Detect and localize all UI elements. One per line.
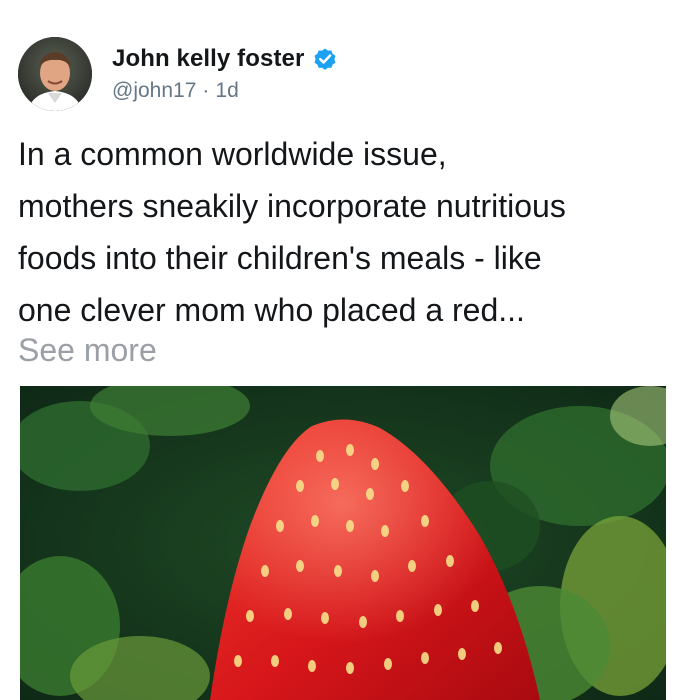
tweet-card: John kelly foster @john17 · 1d In a common… — [0, 0, 700, 700]
author-handle[interactable]: @john17 — [112, 79, 196, 102]
tweet-text-line: mothers sneakily incorporate nutritious — [18, 188, 566, 224]
tweet-text-line: In a common worldwide issue, — [18, 136, 447, 172]
avatar[interactable] — [18, 37, 92, 111]
author-name[interactable]: John kelly foster — [112, 45, 304, 73]
tweet-image[interactable] — [20, 386, 666, 700]
see-more-link[interactable]: See more — [18, 324, 157, 376]
author-meta: John kelly foster @john17 · 1d — [112, 45, 338, 103]
separator: · — [202, 79, 210, 102]
tweet-text-line: foods into their children's meals - like — [18, 240, 542, 276]
tweet-time[interactable]: 1d — [215, 79, 238, 102]
tweet-text: In a common worldwide issue, mothers sne… — [18, 128, 688, 336]
tweet-header: John kelly foster @john17 · 1d — [18, 36, 338, 112]
handle-row: @john17 · 1d — [112, 79, 338, 103]
verified-badge-icon — [312, 46, 338, 72]
name-row: John kelly foster — [112, 45, 338, 73]
